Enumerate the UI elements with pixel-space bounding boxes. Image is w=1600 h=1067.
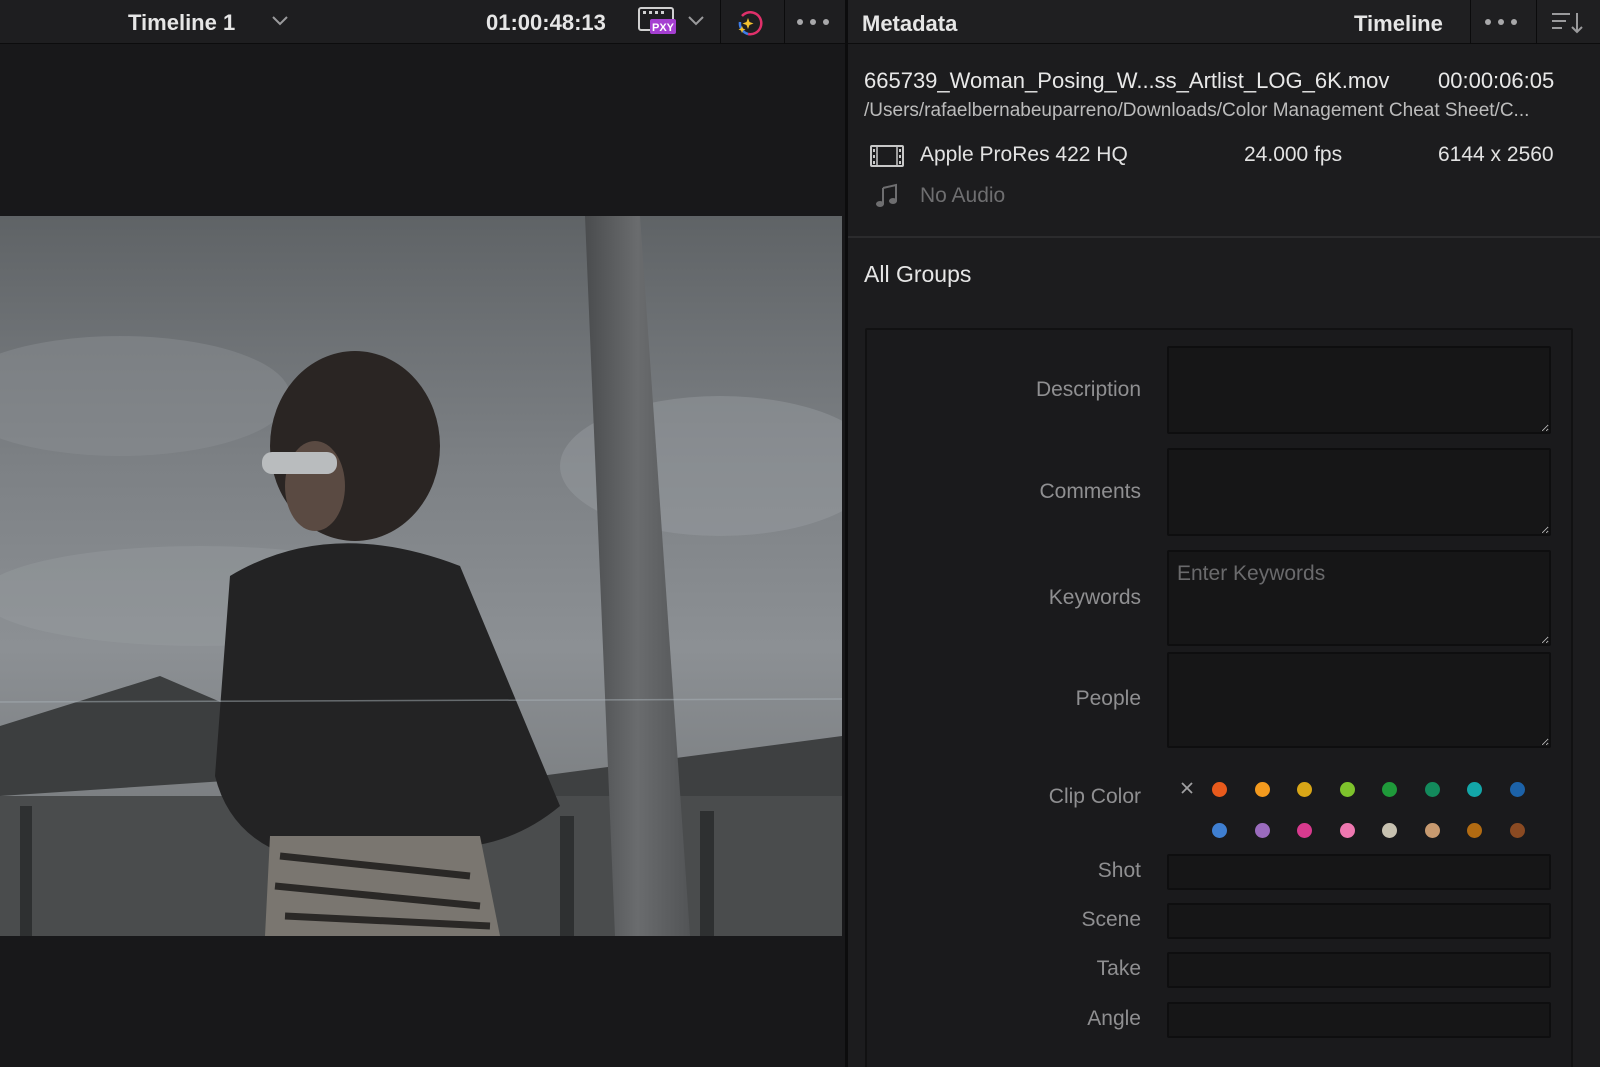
clip-audio-status: No Audio: [920, 184, 1006, 207]
metadata-fields: Description Comments Keywords People Cli…: [865, 328, 1573, 1067]
clip-color-swatch[interactable]: [1382, 823, 1397, 838]
proxy-badge-text: PXY: [652, 22, 675, 34]
clip-color-swatch[interactable]: [1254, 823, 1270, 838]
clip-color-swatch[interactable]: [1467, 823, 1482, 838]
metadata-mode-selector[interactable]: Timeline: [1354, 11, 1443, 37]
description-field[interactable]: [1167, 346, 1551, 434]
proxy-chevron-down-icon[interactable]: [686, 13, 706, 29]
angle-input[interactable]: [1169, 1004, 1549, 1036]
clip-color-swatch[interactable]: [1212, 823, 1227, 838]
video-frame-image: [0, 216, 842, 936]
timeline-name[interactable]: Timeline 1: [128, 10, 235, 36]
clear-color-icon[interactable]: [1179, 780, 1195, 796]
people-label: People: [1075, 687, 1141, 710]
metadata-title: Metadata: [862, 11, 958, 36]
description-label: Description: [1035, 378, 1141, 401]
clip-color-swatch[interactable]: [1297, 823, 1312, 838]
clip-color-swatch[interactable]: [1382, 782, 1397, 797]
clip-color-swatch[interactable]: [1467, 782, 1482, 797]
clip-color-swatch[interactable]: [1297, 782, 1312, 797]
clip-color-swatch[interactable]: [1339, 782, 1355, 797]
chevron-down-icon[interactable]: [270, 13, 290, 29]
metadata-panel: Metadata Timeline 665739_Woman_Posing_W.…: [848, 0, 1600, 1067]
angle-field[interactable]: [1167, 1002, 1551, 1038]
scene-input[interactable]: [1169, 905, 1549, 937]
metadata-group-title[interactable]: All Groups: [864, 261, 971, 288]
people-input[interactable]: [1169, 654, 1549, 746]
clip-resolution: 6144 x 2560: [1438, 143, 1554, 166]
angle-label: Angle: [1087, 1007, 1141, 1030]
take-label: Take: [1096, 957, 1141, 980]
metadata-header: Metadata Timeline: [848, 0, 1600, 44]
take-input[interactable]: [1169, 954, 1549, 986]
clip-color-label: Clip Color: [1048, 785, 1141, 808]
keywords-field[interactable]: [1167, 550, 1551, 646]
video-frame[interactable]: [0, 216, 842, 936]
keywords-label: Keywords: [1048, 586, 1141, 609]
keywords-input[interactable]: [1169, 552, 1549, 644]
clip-color-swatch[interactable]: [1424, 823, 1440, 838]
people-field[interactable]: [1167, 652, 1551, 748]
clip-frame-rate: 24.000 fps: [1244, 143, 1343, 166]
comments-field[interactable]: [1167, 448, 1551, 536]
scene-field[interactable]: [1167, 903, 1551, 939]
comments-label: Comments: [1039, 480, 1141, 503]
section-divider: [848, 236, 1600, 238]
clip-color-swatch[interactable]: [1339, 823, 1355, 838]
magic-mask-icon[interactable]: [734, 6, 768, 38]
music-note-icon: [876, 183, 897, 207]
proxy-icon[interactable]: PXY: [638, 7, 676, 35]
sort-icon[interactable]: [1550, 10, 1584, 36]
clip-color-swatch[interactable]: [1509, 823, 1525, 838]
clip-color-swatch[interactable]: [1509, 782, 1525, 797]
clip-duration: 00:00:06:05: [1438, 68, 1555, 93]
clip-file-path: /Users/rafaelbernabeuparreno/Downloads/C…: [864, 100, 1530, 121]
clip-color-swatch[interactable]: [1212, 782, 1227, 797]
clip-name: 665739_Woman_Posing_W...ss_Artlist_LOG_6…: [864, 68, 1390, 93]
toolbar-divider: [784, 0, 785, 44]
clip-color-swatch[interactable]: [1254, 782, 1270, 797]
description-input[interactable]: [1169, 348, 1549, 432]
timecode-display[interactable]: 01:00:48:13: [486, 10, 606, 36]
shot-label: Shot: [1097, 859, 1141, 882]
more-options-icon[interactable]: [796, 18, 830, 26]
viewer-toolbar: Timeline 1 01:00:48:13 PXY: [0, 0, 845, 44]
toolbar-divider: [720, 0, 721, 44]
clip-codec: Apple ProRes 422 HQ: [920, 143, 1128, 166]
comments-input[interactable]: [1169, 450, 1549, 534]
take-field[interactable]: [1167, 952, 1551, 988]
header-divider: [1536, 0, 1537, 44]
more-options-icon[interactable]: [1484, 18, 1518, 26]
scene-label: Scene: [1081, 908, 1141, 931]
clip-color-swatch[interactable]: [1424, 782, 1440, 797]
shot-input[interactable]: [1169, 856, 1549, 888]
header-divider: [1470, 0, 1471, 44]
film-icon: [870, 145, 904, 167]
shot-field[interactable]: [1167, 854, 1551, 890]
viewer-panel: Timeline 1 01:00:48:13 PXY: [0, 0, 845, 1067]
